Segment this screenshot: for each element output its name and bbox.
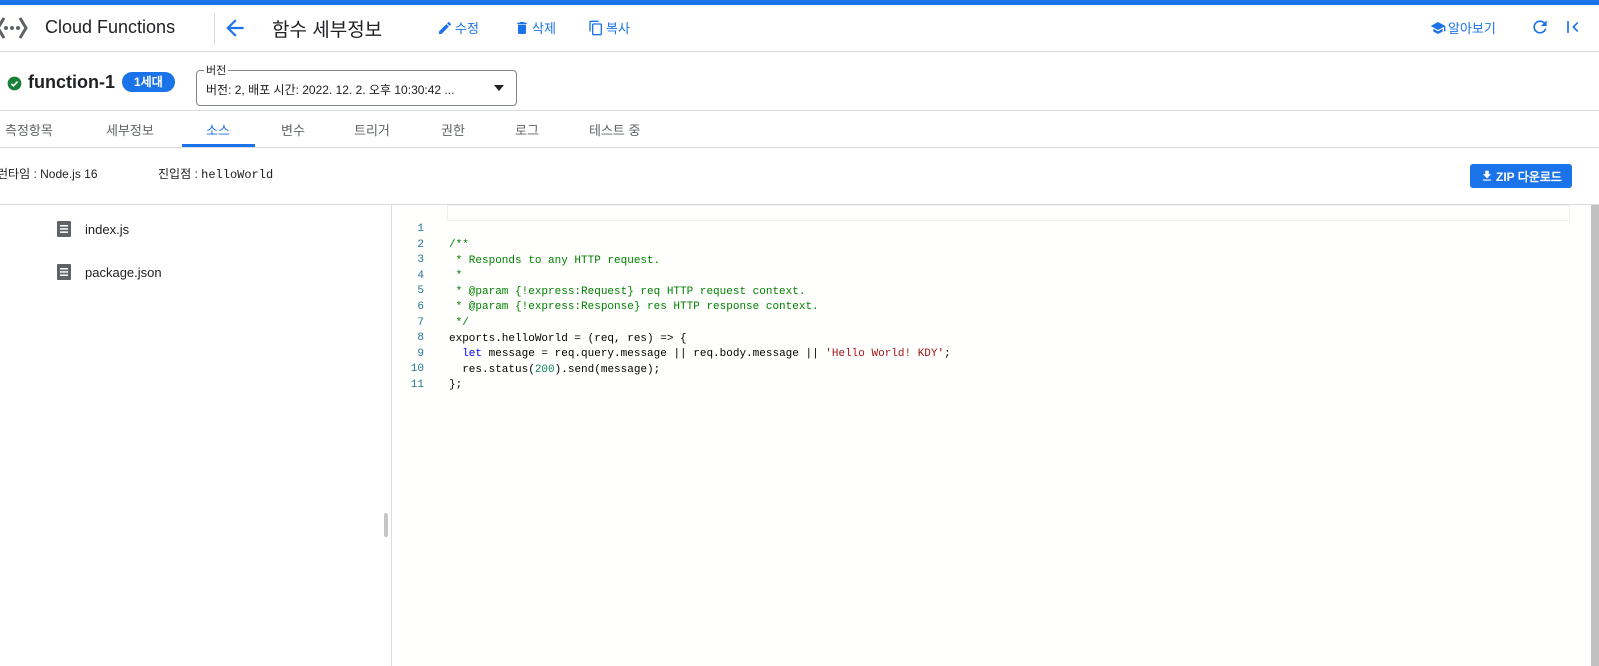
code-token: ; [944, 348, 951, 361]
refresh-icon[interactable] [1530, 17, 1550, 37]
code-string: 'Hello World! KDY' [825, 348, 945, 361]
collapse-panel-icon[interactable] [1563, 17, 1583, 37]
check-circle-icon [7, 76, 22, 91]
function-summary-row: function-1 1세대 버전 버전: 2, 배포 시간: 2022. 12… [0, 52, 1599, 111]
code-text: /** [449, 239, 469, 251]
code-text: * @param {!express:Response} res HTTP re… [449, 301, 819, 314]
back-arrow-icon[interactable] [222, 15, 248, 41]
file-item-package-json[interactable]: package.json [57, 261, 162, 283]
page-title: 함수 세부정보 [272, 20, 383, 41]
runtime-info: 런타임 : Node.js 16 [0, 165, 98, 182]
app-header: Cloud Functions 함수 세부정보 수정 삭제 복사 알아보기 [0, 5, 1599, 52]
tab-permissions[interactable]: 권한 [441, 120, 465, 139]
file-tree: index.js package.json [0, 205, 391, 666]
tab-triggers[interactable]: 트리거 [354, 120, 390, 139]
pencil-icon [439, 21, 452, 34]
code-line: 8 let message = req.query.message || req… [392, 314, 950, 360]
entry-point-label: 진입점 : [158, 167, 198, 181]
tab-variables[interactable]: 변수 [281, 120, 305, 139]
code-line: 10 }; [392, 345, 462, 391]
code-text: * Responds to any HTTP request. [449, 254, 661, 267]
code-line: 11 [392, 361, 424, 391]
entry-point-info: 진입점 : helloWorld [158, 165, 273, 182]
code-text: let message = req.query.message || req.b… [449, 346, 951, 362]
code-number: 200 [534, 363, 555, 376]
cloud-functions-icon [0, 17, 28, 39]
school-icon [1430, 21, 1446, 34]
file-name: index.js [85, 221, 130, 237]
file-name: package.json [85, 264, 162, 280]
code-line: 2 * Responds to any HTTP request. [392, 221, 660, 267]
delete-button[interactable]: 삭제 [514, 18, 556, 37]
code-text: exports.helloWorld = (req, res) => { [449, 332, 687, 345]
code-line: 4 * @param {!express:Request} req HTTP r… [392, 252, 805, 298]
tab-bar: 측정항목 세부정보 소스 변수 트리거 권한 로그 테스트 중 [0, 111, 1599, 148]
current-line-highlight [447, 205, 1570, 221]
product-name[interactable]: Cloud Functions [45, 17, 175, 38]
version-select[interactable]: 버전 버전: 2, 배포 시간: 2022. 12. 2. 오후 10:30:4… [196, 62, 517, 106]
function-name: function-1 [28, 72, 115, 92]
entry-point-value: helloWorld [201, 168, 274, 182]
code-text: */ [449, 317, 469, 329]
code-text: res.status(200).send(message); [449, 362, 660, 378]
learn-button[interactable]: 알아보기 [1430, 18, 1496, 37]
code-token: message = req.query.message || req.body.… [482, 348, 826, 361]
tab-details[interactable]: 세부정보 [106, 120, 154, 139]
tab-source[interactable]: 소스 [206, 120, 230, 139]
runtime-value: Node.js 16 [40, 167, 98, 181]
file-item-index-js[interactable]: index.js [57, 218, 129, 240]
download-icon [1482, 170, 1492, 181]
trash-icon [517, 21, 527, 34]
source-info-row: 런타임 : Node.js 16 진입점 : helloWorld ZIP 다운… [0, 148, 1599, 205]
tab-metrics[interactable]: 측정항목 [5, 120, 53, 139]
edit-button[interactable]: 수정 [437, 18, 479, 37]
code-line: 6 */ [392, 283, 468, 329]
code-text: * [449, 270, 463, 283]
copy-button[interactable]: 복사 [588, 18, 630, 37]
dropdown-caret-icon [494, 85, 504, 91]
file-icon [57, 264, 71, 280]
pane-resize-handle[interactable] [384, 513, 388, 537]
active-tab-indicator [182, 144, 255, 147]
code-token: ).send(message); [554, 363, 661, 376]
delete-label: 삭제 [532, 21, 556, 36]
code-line: 3 * [392, 236, 462, 282]
learn-label: 알아보기 [1448, 21, 1496, 36]
code-text: }; [449, 379, 463, 392]
code-text: * @param {!express:Request} req HTTP req… [449, 285, 806, 298]
code-keyword: let [462, 348, 483, 361]
code-token: res.status( [449, 363, 535, 376]
editor-scrollbar-thumb[interactable] [1591, 205, 1599, 666]
edit-label: 수정 [455, 21, 479, 36]
version-label: 버전 [204, 62, 229, 78]
code-line: 1 /** [392, 205, 468, 251]
code-line: 9 res.status(200).send(message); [392, 330, 660, 376]
code-line: 5 * @param {!express:Response} res HTTP … [392, 267, 818, 313]
zip-download-button[interactable]: ZIP 다운로드 [1470, 164, 1572, 188]
copy-icon [589, 20, 602, 35]
tab-testing[interactable]: 테스트 중 [589, 120, 640, 139]
version-value: 버전: 2, 배포 시간: 2022. 12. 2. 오후 10:30:42 .… [206, 83, 455, 97]
copy-label: 복사 [606, 21, 630, 36]
code-line: 7 exports.helloWorld = (req, res) => { [392, 299, 686, 345]
file-icon [57, 221, 71, 237]
generation-badge: 1세대 [122, 72, 175, 92]
line-number: 11 [410, 379, 424, 391]
code-editor[interactable]: 1 /** 2 * Responds to any HTTP request. … [392, 205, 1591, 666]
runtime-label: 런타임 : [0, 167, 37, 181]
header-divider [214, 13, 215, 45]
zip-download-label: ZIP 다운로드 [1496, 169, 1562, 184]
tab-logs[interactable]: 로그 [515, 120, 539, 139]
